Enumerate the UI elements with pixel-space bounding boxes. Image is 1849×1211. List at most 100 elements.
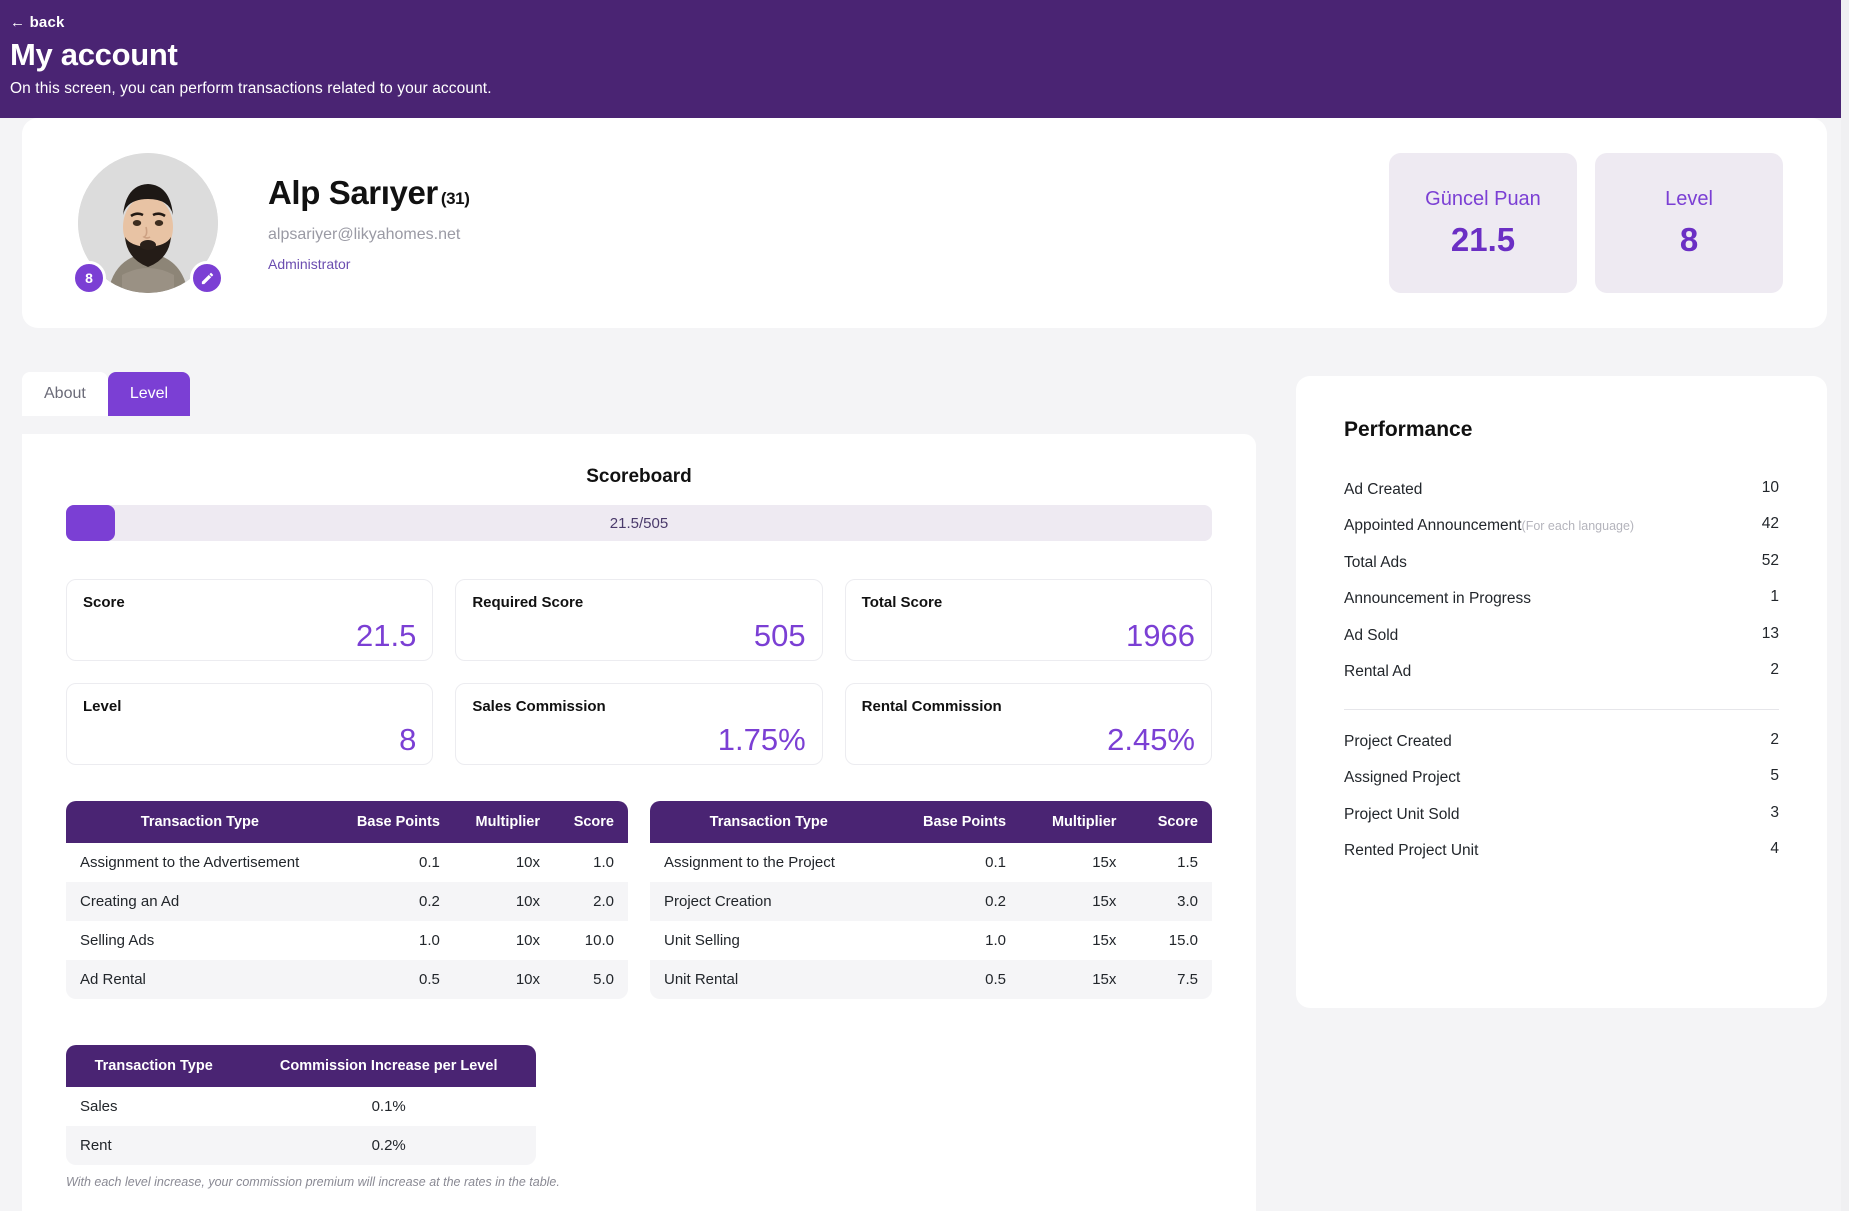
profile-name-row: Alp Sarıyer (31)	[268, 174, 470, 212]
stat-card-level: Level 8	[66, 683, 434, 765]
cell-commission-increase: 0.2%	[371, 1137, 406, 1154]
page-title: My account	[10, 37, 178, 72]
column-header: Base Points	[333, 801, 454, 843]
column-header: Transaction Type	[650, 801, 888, 843]
cell-multiplier: 15x	[1092, 893, 1117, 910]
cell-score: 3.0	[1177, 893, 1198, 910]
performance-value: 13	[1761, 624, 1779, 642]
cell-base-points: 0.2	[419, 893, 440, 910]
cell-multiplier: 15x	[1092, 932, 1117, 949]
profile-age: (31)	[440, 189, 470, 208]
performance-label-sub: (For each language)	[1521, 519, 1635, 534]
table-row: Project Creation 0.2 15x 3.0	[650, 882, 1212, 921]
cell-transaction-type: Unit Rental	[664, 971, 739, 988]
tab-about[interactable]: About	[22, 372, 108, 416]
cell-transaction-type: Creating an Ad	[80, 893, 180, 910]
profile-role: Administrator	[268, 256, 351, 272]
cell-multiplier: 10x	[515, 971, 540, 988]
cell-multiplier: 10x	[515, 893, 540, 910]
performance-label: Assigned Project	[1344, 769, 1461, 787]
performance-value: 3	[1770, 803, 1779, 821]
cell-score: 7.5	[1177, 971, 1198, 988]
performance-value: 2	[1770, 661, 1779, 679]
stat-value: 1966	[1126, 618, 1195, 653]
cell-transaction-type: Assignment to the Advertisement	[80, 854, 300, 871]
metric-value: 8	[1679, 220, 1699, 258]
performance-row-rental-ad: Rental Ad 2	[1344, 654, 1779, 690]
cell-score: 15.0	[1168, 932, 1198, 949]
performance-label: Announcement in Progress	[1344, 590, 1531, 608]
performance-value: 2	[1770, 730, 1779, 748]
performance-divider	[1344, 708, 1779, 710]
stat-card-required-score: Required Score 505	[455, 579, 823, 661]
cell-multiplier: 10x	[515, 932, 540, 949]
stat-card-grid: Score 21.5 Required Score 505 Total Scor…	[66, 579, 1212, 765]
cell-base-points: 0.1	[419, 854, 440, 871]
page-scrollbar[interactable]	[1841, 0, 1849, 1211]
avatar-wrap: 8	[72, 153, 224, 295]
cell-multiplier: 10x	[515, 854, 540, 871]
page-header: ← back My account On this screen, you ca…	[0, 0, 1849, 118]
performance-label: Total Ads	[1344, 553, 1407, 571]
pencil-icon	[201, 272, 213, 284]
table-row: Ad Rental 0.5 10x 5.0	[66, 960, 628, 999]
progress-fill	[66, 505, 115, 541]
cell-score: 5.0	[593, 971, 614, 988]
table-head: Transaction Type Base Points Multiplier …	[66, 801, 628, 843]
avatar-level-badge[interactable]: 8	[72, 261, 106, 295]
cell-base-points: 0.2	[985, 893, 1007, 910]
performance-row-appointed-announcement: Appointed Announcement(For each language…	[1344, 508, 1779, 544]
performance-row-total-ads: Total Ads 52	[1344, 545, 1779, 581]
stat-value: 8	[399, 722, 417, 757]
back-link[interactable]: ← back	[10, 14, 65, 31]
stat-value: 21.5	[355, 618, 417, 653]
cell-score: 1.5	[1177, 854, 1198, 871]
performance-label: Appointed Announcement(For each language…	[1344, 515, 1634, 537]
cell-score: 1.0	[593, 854, 614, 871]
performance-panel: Performance Ad Created 10 Appointed Anno…	[1296, 376, 1827, 1008]
table-row: Sales 0.1%	[66, 1087, 536, 1126]
table-body: Assignment to the Project 0.1 15x 1.5 Pr…	[650, 843, 1212, 999]
performance-value: 42	[1761, 515, 1779, 533]
performance-label: Rental Ad	[1344, 663, 1412, 681]
performance-row-announcement-in-progress: Announcement in Progress 1	[1344, 581, 1779, 617]
stat-card-total-score: Total Score 1966	[844, 579, 1212, 661]
commission-table-note: With each level increase, your commissio…	[66, 1175, 560, 1189]
performance-title: Performance	[1344, 418, 1473, 441]
tab-level[interactable]: Level	[107, 372, 191, 416]
table-head: Transaction Type Base Points Multiplier …	[650, 801, 1212, 843]
stat-card-rental-commission: Rental Commission 2.45%	[844, 683, 1212, 765]
table-header-row: Transaction Type Commission Increase per…	[66, 1045, 536, 1087]
table-row: Assignment to the Project 0.1 15x 1.5	[650, 843, 1212, 882]
metric-card-level: Level 8	[1595, 153, 1783, 293]
profile-email: alpsariyer@likyahomes.net	[268, 226, 461, 243]
table-body: Assignment to the Advertisement 0.1 10x …	[66, 843, 628, 999]
cell-transaction-type: Project Creation	[664, 893, 772, 910]
page-subtitle: On this screen, you can perform transact…	[10, 80, 492, 97]
cell-score: 10.0	[584, 932, 614, 949]
stat-label: Required Score	[472, 594, 584, 611]
stat-label: Total Score	[861, 594, 943, 611]
stat-card-score: Score 21.5	[66, 579, 434, 661]
metric-card-current-score: Güncel Puan 21.5	[1389, 153, 1577, 293]
cell-base-points: 0.1	[985, 854, 1007, 871]
cell-transaction-type: Selling Ads	[80, 932, 155, 949]
column-header: Transaction Type	[66, 1045, 242, 1087]
performance-value: 1	[1770, 588, 1779, 606]
table-row: Assignment to the Advertisement 0.1 10x …	[66, 843, 628, 882]
column-header: Multiplier	[1020, 801, 1131, 843]
performance-row-project-unit-sold: Project Unit Sold 3	[1344, 797, 1779, 833]
performance-label: Project Created	[1344, 732, 1452, 750]
table-header-row: Transaction Type Base Points Multiplier …	[650, 801, 1212, 843]
table-row: Unit Rental 0.5 15x 7.5	[650, 960, 1212, 999]
profile-name: Alp Sarıyer	[268, 174, 438, 211]
cell-base-points: 1.0	[419, 932, 440, 949]
cell-base-points: 0.5	[985, 971, 1007, 988]
profile-metric-cards: Güncel Puan 21.5 Level 8	[1389, 153, 1783, 293]
edit-profile-button[interactable]	[190, 261, 224, 295]
cell-transaction-type: Sales	[80, 1098, 118, 1115]
cell-multiplier: 15x	[1092, 854, 1117, 871]
stat-card-sales-commission: Sales Commission 1.75%	[455, 683, 823, 765]
metric-label: Güncel Puan	[1425, 187, 1541, 210]
stat-label: Rental Commission	[861, 698, 1002, 715]
